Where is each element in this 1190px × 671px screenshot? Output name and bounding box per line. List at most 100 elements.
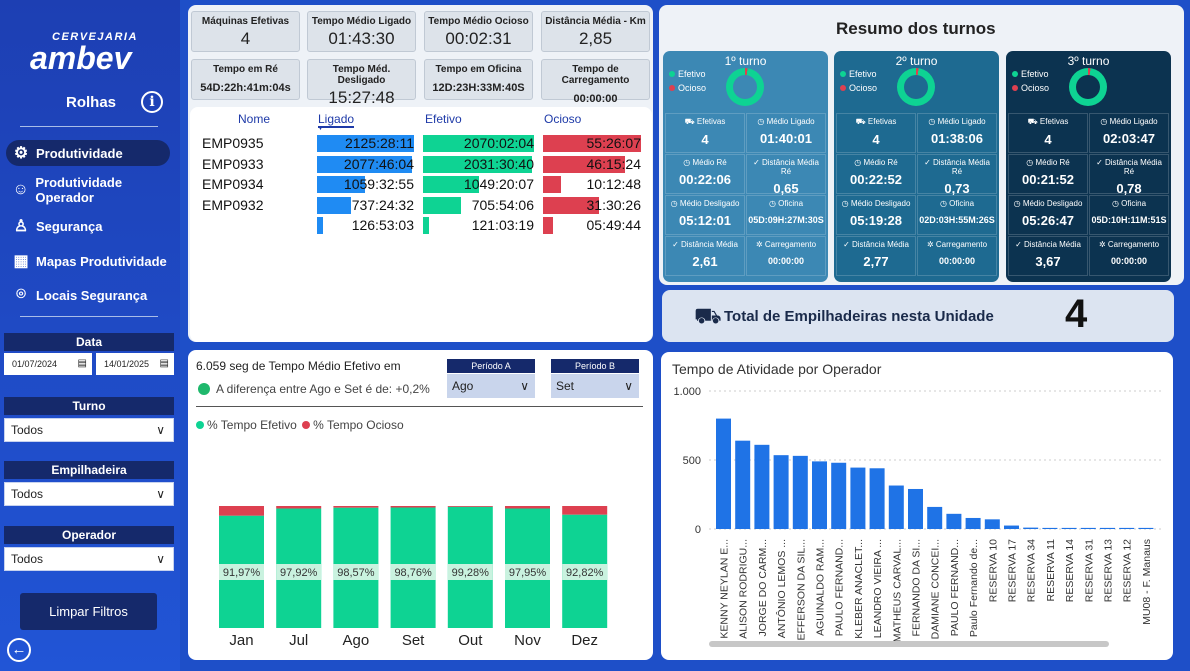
cell-ligado: 126:53:03	[351, 217, 414, 233]
shift-metric: ◷ Médio Desligado 05:19:28	[836, 195, 916, 235]
turno-value: Todos	[11, 423, 44, 437]
clear-filters-button[interactable]: Limpar Filtros	[20, 593, 157, 630]
clock-icon: ◷	[928, 117, 936, 126]
metric-value: 0,65	[773, 181, 799, 196]
calendar-icon[interactable]: ▤	[78, 353, 87, 375]
metric-value: 05:12:01	[678, 213, 732, 228]
metric-label: Médio Ligado	[1109, 117, 1158, 126]
clock-icon: ◷	[1026, 158, 1034, 167]
forklift-icon: ⛟	[1027, 117, 1038, 126]
gear-icon: ✲	[1098, 240, 1106, 249]
nav-locais-seguranca[interactable]: ⌾ Locais Segurança	[6, 282, 147, 308]
y-tick-label: 1.000	[673, 386, 701, 398]
back-arrow-icon[interactable]: ←	[7, 638, 31, 662]
col-ocioso[interactable]: Ocioso	[544, 112, 581, 126]
metric-label: Distância Média Ré	[933, 158, 990, 176]
ocioso-bar-segment	[390, 506, 436, 508]
check-icon: ✓	[753, 158, 760, 167]
metric-label: Médio Desligado	[679, 199, 740, 208]
efetivo-donut	[1069, 68, 1107, 106]
cell-ocioso: 31:30:26	[586, 196, 642, 213]
cell-ligado: 1059:32:55	[343, 176, 414, 192]
turno-select[interactable]: Todos ∨	[4, 418, 174, 442]
kpi-label: Tempo Méd. Desligado	[332, 64, 391, 86]
shift-metric: ◷ Médio Ligado 01:38:06	[917, 113, 997, 153]
y-tick-label: 0	[695, 524, 701, 536]
cell-ligado: 2077:46:04	[343, 155, 414, 172]
nav-produtividade[interactable]: ⚙ Produtividade	[6, 140, 170, 166]
periodo-b-select[interactable]: Set ∨	[551, 374, 639, 398]
clock-icon: ◷	[768, 199, 776, 208]
legend-ocioso-swatch	[302, 421, 311, 429]
nav-mapas-produtividade[interactable]: ▦ Mapas Produtividade	[6, 248, 166, 274]
x-tick-label: RESERVA 34	[1026, 539, 1038, 602]
shift-metric: ✓ Distância Média 2,77	[836, 236, 916, 276]
x-tick-label: ANTÔNIO LEMOS ...	[775, 539, 788, 638]
clock-icon: ◷	[939, 199, 947, 208]
ambev-logo: ambev	[30, 40, 132, 76]
nav-produtividade-operador[interactable]: ☺ Produtividade Operador	[6, 175, 180, 205]
status-dot-icon	[198, 383, 210, 395]
col-efetivo[interactable]: Efetivo	[425, 112, 462, 126]
metric-label: Médio Ligado	[937, 117, 986, 126]
shift-metric: ✓ Distância Média 3,67	[1008, 236, 1088, 276]
empilhadeira-value: Todos	[11, 487, 44, 501]
ocioso-bar-segment	[333, 506, 379, 508]
periodo-a-label: Período A	[447, 359, 535, 373]
metric-label: Médio Ligado	[766, 117, 815, 126]
info-icon[interactable]: i	[141, 91, 163, 113]
forklift-icon: ⛟	[694, 303, 722, 328]
kpi-card: Tempo em Oficina 12D:23H:33M:40S	[424, 59, 533, 100]
nav-seguranca[interactable]: ♙ Segurança	[6, 213, 103, 239]
cell-efetivo: 2031:30:40	[463, 155, 534, 172]
shift-title: 3º turno	[1067, 54, 1110, 68]
calendar-icon[interactable]: ▤	[160, 353, 169, 375]
shift-metric: ◷ Médio Ré 00:21:52	[1008, 154, 1088, 194]
horizontal-scrollbar	[709, 641, 1109, 647]
kpi-value: 12D:23H:33M:40S	[432, 82, 525, 94]
date-end-input[interactable]: 14/01/2025 ▤	[96, 353, 174, 375]
check-icon: ✓	[1015, 240, 1022, 249]
operator-bar	[908, 488, 923, 529]
date-start-input[interactable]: 01/07/2024 ▤	[4, 353, 92, 375]
nav-label: Produtividade Operador	[35, 175, 123, 205]
chevron-down-icon: ∨	[156, 552, 165, 566]
worker-icon: ♙	[13, 218, 29, 235]
cell-ligado: 2125:28:11	[344, 135, 414, 151]
x-tick-label: Out	[458, 632, 483, 649]
metric-value: 2,77	[863, 254, 889, 269]
empilhadeira-select[interactable]: Todos ∨	[4, 482, 174, 506]
metric-value: 05D:10H:11M:51S	[1091, 215, 1167, 225]
operador-select[interactable]: Todos ∨	[4, 547, 174, 571]
check-icon: ✓	[672, 240, 679, 249]
col-nome[interactable]: Nome	[238, 112, 270, 126]
metric-value: 01:40:01	[759, 131, 813, 146]
operator-bar	[965, 517, 981, 529]
resumo-title: Resumo dos turnos	[836, 19, 996, 38]
cell-ligado: 737:24:32	[351, 196, 414, 213]
kpi-card: Tempo em Ré 54D:22h:41m:04s	[191, 59, 300, 100]
kpi-label: Tempo Médio Ligado	[311, 16, 412, 27]
ocioso-bar-segment	[505, 506, 550, 509]
operator-bar	[869, 468, 885, 529]
data-label: 91,97%	[223, 567, 261, 579]
sort-desc-icon[interactable]: ▼	[317, 125, 324, 132]
x-tick-label: KENNY NEYLAN E...	[719, 539, 731, 639]
cell-nome: EMP0932	[202, 196, 264, 213]
metric-value: 2,61	[692, 254, 718, 269]
data-label: 98,76%	[394, 567, 432, 579]
shift-title: 1º turno	[724, 54, 767, 68]
efetivo-donut	[726, 68, 764, 106]
legend-ocioso: Ocioso	[1012, 83, 1049, 93]
shift-metric: ⛟ Efetivas 4	[1008, 113, 1088, 153]
legend-ocioso: Ocioso	[840, 83, 877, 93]
x-tick-label: RESERVA 12	[1122, 539, 1134, 602]
periodo-a-select[interactable]: Ago ∨	[447, 374, 535, 398]
metric-value: 00:00:00	[767, 256, 805, 266]
shift-metric: ⛟ Efetivas 4	[836, 113, 916, 153]
metric-value: 4	[872, 132, 880, 147]
clock-icon: ◷	[854, 158, 862, 167]
x-tick-label: JEFFERSON DA SIL...	[795, 539, 807, 646]
kpi-label: Tempo de Carregamento	[561, 64, 630, 86]
metric-label: Médio Ré	[863, 158, 898, 167]
